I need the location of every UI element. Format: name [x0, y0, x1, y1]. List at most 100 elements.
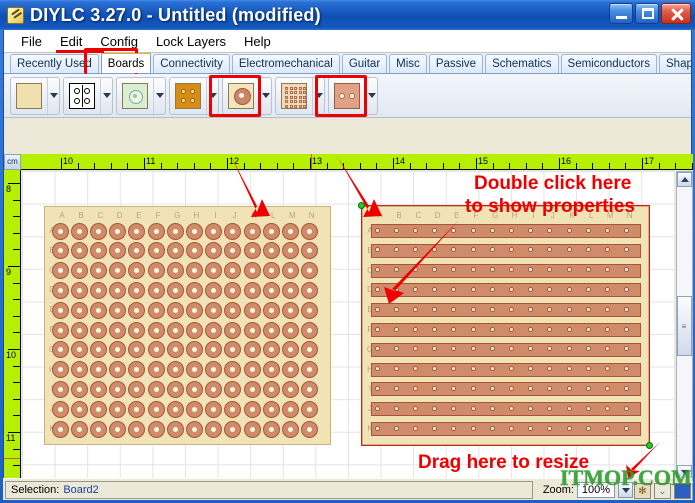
solder-pad[interactable] [243, 262, 261, 280]
solder-pad[interactable] [301, 301, 319, 319]
solder-pad[interactable] [281, 341, 299, 359]
terminal-strip-button[interactable] [64, 78, 100, 114]
strip-hole[interactable] [566, 306, 572, 312]
tab-semiconductors[interactable]: Semiconductors [560, 54, 657, 73]
strip-hole[interactable] [566, 247, 572, 253]
solder-pad[interactable] [147, 380, 165, 398]
maximize-button[interactable] [635, 3, 659, 24]
solder-pad[interactable] [243, 222, 261, 240]
solder-pad[interactable] [262, 222, 280, 240]
solder-pad[interactable] [147, 222, 165, 240]
solder-pad[interactable] [109, 242, 127, 260]
vertical-ruler[interactable]: 8 9 10 11 [4, 170, 21, 500]
strip-hole[interactable] [585, 405, 591, 411]
copper-strip[interactable] [371, 283, 641, 298]
strip-hole[interactable] [624, 385, 630, 391]
strip-hole[interactable] [624, 306, 630, 312]
solder-pad[interactable] [205, 301, 223, 319]
strip-hole[interactable] [393, 405, 399, 411]
copper-strip[interactable] [371, 323, 641, 337]
vertical-scroll-thumb[interactable]: ≡ [677, 296, 692, 356]
strip-hole[interactable] [374, 227, 380, 233]
strip-hole[interactable] [489, 326, 495, 332]
perf-board-dropdown[interactable] [312, 77, 324, 114]
solder-pad[interactable] [301, 361, 319, 379]
solder-pad[interactable] [301, 262, 319, 280]
solder-pad[interactable] [51, 361, 69, 379]
solder-pad[interactable] [262, 420, 280, 438]
resize-handle-bottom-right[interactable] [646, 442, 653, 449]
strip-hole[interactable] [374, 405, 380, 411]
solder-pad[interactable] [166, 301, 184, 319]
strip-hole[interactable] [604, 385, 610, 391]
solder-pad[interactable] [128, 242, 146, 260]
tab-misc[interactable]: Misc [389, 54, 427, 73]
strip-hole[interactable] [528, 306, 534, 312]
strip-hole[interactable] [393, 227, 399, 233]
pcb-board-dropdown[interactable] [206, 77, 218, 114]
solder-pad[interactable] [51, 242, 69, 260]
strip-hole[interactable] [528, 385, 534, 391]
solder-pad[interactable] [128, 321, 146, 339]
solder-pad[interactable] [205, 321, 223, 339]
strip-hole[interactable] [508, 425, 514, 431]
solder-pad[interactable] [262, 380, 280, 398]
strip-hole[interactable] [508, 366, 514, 372]
strip-hole[interactable] [412, 326, 418, 332]
tab-electromechanical[interactable]: Electromechanical [231, 54, 340, 73]
strip-hole[interactable] [566, 267, 572, 273]
strip-hole[interactable] [604, 227, 610, 233]
strip-hole[interactable] [374, 247, 380, 253]
solder-pad[interactable] [185, 361, 203, 379]
strip-hole[interactable] [585, 366, 591, 372]
solder-pad[interactable] [224, 262, 242, 280]
solder-pad[interactable] [89, 321, 107, 339]
board-perfboard[interactable]: ABCDEFGHIJKLMNABCDEFGHIJK [44, 206, 331, 445]
perf-board-button[interactable] [276, 78, 312, 114]
solder-pad[interactable] [262, 242, 280, 260]
strip-hole[interactable] [470, 306, 476, 312]
solder-pad[interactable] [301, 281, 319, 299]
solder-pad[interactable] [224, 321, 242, 339]
solder-pad[interactable] [147, 281, 165, 299]
solder-pad[interactable] [89, 380, 107, 398]
strip-hole[interactable] [470, 385, 476, 391]
strip-hole[interactable] [470, 405, 476, 411]
solder-pad[interactable] [243, 341, 261, 359]
tab-schematics[interactable]: Schematics [485, 54, 559, 73]
solder-pad[interactable] [128, 281, 146, 299]
solder-pad[interactable] [51, 420, 69, 438]
solder-pad[interactable] [281, 321, 299, 339]
solder-pad[interactable] [224, 341, 242, 359]
solder-pad[interactable] [185, 420, 203, 438]
solder-pad[interactable] [128, 361, 146, 379]
solder-pad[interactable] [128, 262, 146, 280]
strip-hole[interactable] [374, 286, 380, 292]
solder-pad[interactable] [185, 321, 203, 339]
solder-pad[interactable] [51, 262, 69, 280]
solder-pad[interactable] [70, 420, 88, 438]
solder-pad[interactable] [147, 400, 165, 418]
strip-hole[interactable] [508, 405, 514, 411]
strip-hole[interactable] [489, 425, 495, 431]
solder-pad[interactable] [224, 301, 242, 319]
solder-pad[interactable] [89, 400, 107, 418]
solder-pad[interactable] [301, 420, 319, 438]
solder-pad[interactable] [243, 321, 261, 339]
solder-pad[interactable] [185, 400, 203, 418]
strip-board-dropdown[interactable] [365, 77, 377, 114]
strip-hole[interactable] [412, 425, 418, 431]
strip-board-button[interactable] [329, 78, 365, 114]
solder-pad[interactable] [281, 420, 299, 438]
solder-pad[interactable] [185, 242, 203, 260]
solder-pad[interactable] [262, 281, 280, 299]
strip-hole[interactable] [432, 326, 438, 332]
strip-hole[interactable] [470, 286, 476, 292]
solder-pad[interactable] [224, 361, 242, 379]
strip-hole[interactable] [604, 326, 610, 332]
solder-pad[interactable] [301, 380, 319, 398]
solder-pad[interactable] [109, 400, 127, 418]
strip-hole[interactable] [470, 425, 476, 431]
strip-hole[interactable] [624, 286, 630, 292]
terminal-strip-dropdown[interactable] [100, 77, 112, 114]
